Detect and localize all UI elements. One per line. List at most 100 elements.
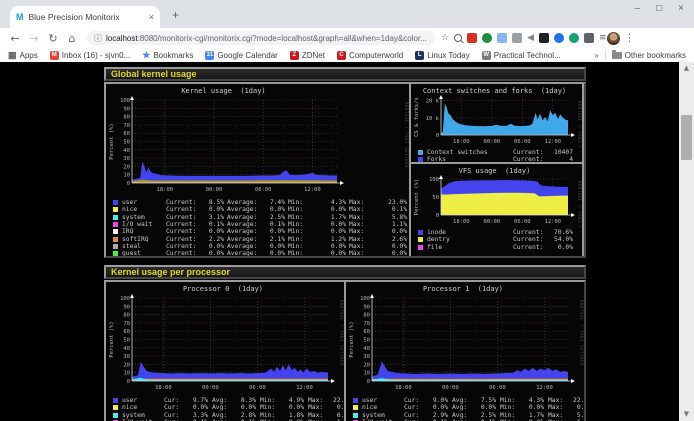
processor-1-plot[interactable]: 010203040506070809010018:0000:0006:0012:… <box>346 293 584 395</box>
global-kernel-usage-section: Kernel usage (1day) 01020304050607080901… <box>104 82 586 258</box>
back-icon[interactable]: ← <box>8 32 22 45</box>
stat-label: Max: <box>308 397 323 404</box>
context-switches-plot[interactable]: 010 k20 k18:0000:0006:0012:00CS & forks/… <box>411 95 582 147</box>
scroll-up-icon[interactable]: ▲ <box>679 62 694 75</box>
legend-stat: Current:0.0% <box>166 243 224 250</box>
series-label: nice <box>122 206 166 213</box>
site-info-icon[interactable]: ⓘ <box>94 33 102 44</box>
processor-1-graph[interactable]: Processor 1 (1day) 010203040506070809010… <box>346 282 584 421</box>
browser-tab[interactable]: M Blue Precision Monitorix × <box>10 6 160 28</box>
screenshot-ext-icon[interactable] <box>539 33 549 43</box>
series-color-swatch <box>113 398 118 403</box>
legend-row-file: fileCurrent:0.0% <box>411 244 582 251</box>
extensions-puzzle-icon[interactable] <box>584 33 594 43</box>
processor-0-plot[interactable]: 010203040506070809010018:0000:0006:0012:… <box>106 293 344 395</box>
extension-icons: ☆ ◀ ≡ <box>441 33 607 43</box>
kernel-usage-plot[interactable]: 010203040506070809010018:0000:0006:0012:… <box>106 95 409 197</box>
series-color-swatch <box>113 229 118 234</box>
stat-value: 9.0% <box>433 397 448 404</box>
maximize-button[interactable]: □ <box>656 3 662 14</box>
stat-label: Max: <box>349 199 364 206</box>
bookmark-item[interactable]: MInbox (16) - sjvn0... <box>50 51 130 60</box>
browser-menu-icon[interactable]: ⋮ <box>625 33 635 44</box>
stat-label: Min: <box>288 221 303 228</box>
stat-label: Cur: <box>404 412 419 419</box>
other-bookmarks-button[interactable]: Other bookmarks <box>612 51 686 60</box>
kernel-usage-graph[interactable]: Kernel usage (1day) 01020304050607080901… <box>106 84 409 256</box>
legend-stat: Avg:2.8% <box>212 412 256 419</box>
series-label: IRQ <box>122 228 166 235</box>
chat-ext-icon[interactable] <box>554 33 564 43</box>
bookmark-item[interactable]: WPractical Technol... <box>482 51 561 60</box>
stat-label: Cur: <box>404 404 419 411</box>
home-icon[interactable]: ⌂ <box>65 32 79 45</box>
vfs-usage-graph[interactable]: VFS usage (1day) 05010018:0000:0006:0012… <box>411 164 582 256</box>
stat-value: 0.1% <box>209 221 224 228</box>
legend-row-nice: niceCurrent:0.0%Average:0.0%Min:0.0%Max:… <box>106 206 409 213</box>
legend-stat: Max:5.8% <box>349 214 407 221</box>
mail-ext-icon[interactable] <box>467 33 477 43</box>
stat-label: Avg: <box>452 412 467 419</box>
bookmark-item[interactable]: 31Google Calendar <box>205 51 277 60</box>
forward-icon[interactable]: → <box>27 32 41 45</box>
voice-ext-icon[interactable] <box>482 33 492 43</box>
vfs-usage-plot[interactable]: 05010018:0000:0006:0012:00Percent (%)RRD… <box>411 175 582 227</box>
new-tab-button[interactable]: + <box>172 9 179 21</box>
bookmark-item[interactable]: ▦Apps <box>8 51 38 60</box>
stat-label: Average: <box>227 206 257 213</box>
svg-text:18:00: 18:00 <box>395 385 412 391</box>
series-label: file <box>427 244 513 251</box>
stat-value: 5.5% <box>577 412 584 419</box>
bookmark-label: Inbox (16) - sjvn0... <box>62 51 130 60</box>
bookmarks-overflow-icon[interactable]: » <box>594 51 598 60</box>
svg-text:00:00: 00:00 <box>202 385 219 391</box>
legend-stat: Current:10407 <box>513 149 573 156</box>
tab-list-ext-icon[interactable]: ≡ <box>599 33 607 43</box>
stat-value: 0.0% <box>392 250 407 256</box>
url-bar[interactable]: ⓘ localhost:8080/monitorix-cgi/monitorix… <box>87 31 435 45</box>
bookmarks-divider <box>605 50 606 60</box>
profile-avatar[interactable] <box>607 32 620 45</box>
context-switches-graph[interactable]: Context switches and forks (1day) 010 k2… <box>411 84 582 162</box>
svg-text:0: 0 <box>436 213 439 219</box>
bookmark-star-icon[interactable]: ☆ <box>441 33 449 43</box>
minimize-button[interactable]: – <box>635 3 641 14</box>
reload-icon[interactable]: ↻ <box>46 32 60 45</box>
bookmark-item[interactable]: ZZDNet <box>290 51 325 60</box>
legend-stat: Max:6.4% <box>308 412 344 419</box>
svg-text:06:00: 06:00 <box>514 219 531 225</box>
legend-stat: Max:0.0% <box>349 228 407 235</box>
stat-value: 2.8% <box>241 412 256 419</box>
series-label: user <box>122 199 166 206</box>
scroll-down-icon[interactable]: ▼ <box>679 408 694 421</box>
bookmark-item[interactable]: ★Bookmarks <box>142 51 193 60</box>
copy-docs-ext-icon[interactable] <box>497 33 507 43</box>
stat-value: 2.5% <box>270 214 285 221</box>
svg-text:06:00: 06:00 <box>514 139 531 145</box>
section-title-global-kernel-usage: Global kernel usage <box>104 67 586 81</box>
series-label: system <box>122 214 166 221</box>
stat-value: 9.7% <box>193 397 208 404</box>
series-color-swatch <box>353 405 358 410</box>
speaker-ext-icon[interactable]: ◀ <box>527 33 534 43</box>
stat-value: 70.6% <box>554 229 573 236</box>
svg-text:100: 100 <box>429 177 439 183</box>
grammarly-ext-icon[interactable] <box>569 33 579 43</box>
legend-stat: Current:3.1% <box>166 214 224 221</box>
legend-stat: Max:0.0% <box>349 250 407 256</box>
page-scrollbar[interactable]: ▲ ▼ <box>679 62 694 421</box>
series-color-swatch <box>113 244 118 249</box>
stat-value: 0.0% <box>558 244 573 251</box>
processor-0-graph[interactable]: Processor 0 (1day) 010203040506070809010… <box>106 282 344 421</box>
gray-ext-icon[interactable] <box>512 33 522 43</box>
close-button[interactable]: × <box>678 3 684 14</box>
tab-close-icon[interactable]: × <box>149 12 154 22</box>
legend-stat: Max:22.5% <box>308 397 344 404</box>
stat-value: 1.8% <box>289 412 304 419</box>
svg-text:RRDTOOL / TOBI OETIKER: RRDTOOL / TOBI OETIKER <box>404 102 409 168</box>
series-color-swatch <box>113 413 118 418</box>
scrollbar-thumb[interactable] <box>681 115 692 160</box>
bookmark-item[interactable]: LLinux Today <box>415 51 470 60</box>
bookmark-item[interactable]: CComputerworld <box>337 51 403 60</box>
search-ext-icon[interactable] <box>454 34 462 42</box>
